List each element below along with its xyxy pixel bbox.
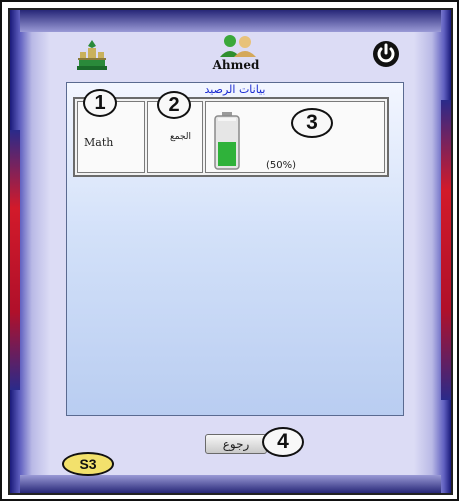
frame-top-shade <box>20 10 441 32</box>
battery-icon <box>214 112 240 170</box>
back-button[interactable]: رجوع <box>205 434 267 454</box>
callout-1: 1 <box>83 89 117 117</box>
frame-bottom-shade <box>20 475 441 493</box>
battery-cell: (50%) <box>205 101 385 173</box>
users-avatar-icon <box>220 35 256 57</box>
university-logo-icon <box>77 40 107 70</box>
subject-label: Math <box>84 136 114 149</box>
callout-3: 3 <box>291 108 333 138</box>
power-icon[interactable] <box>372 40 400 68</box>
total-label: الجمع <box>170 132 192 142</box>
battery-percent: (50%) <box>266 160 297 171</box>
balance-table: Math الجمع (50%) <box>73 97 389 177</box>
username-label: Ahmed <box>212 58 260 72</box>
battery-fill <box>218 142 236 166</box>
callout-2: 2 <box>157 91 191 119</box>
screen-id-badge: S3 <box>62 452 114 476</box>
balance-panel: بيانات الرصيد Math الجمع (50%) <box>66 82 404 416</box>
panel-title: بيانات الرصيد <box>204 83 266 96</box>
callout-4: 4 <box>262 427 304 457</box>
